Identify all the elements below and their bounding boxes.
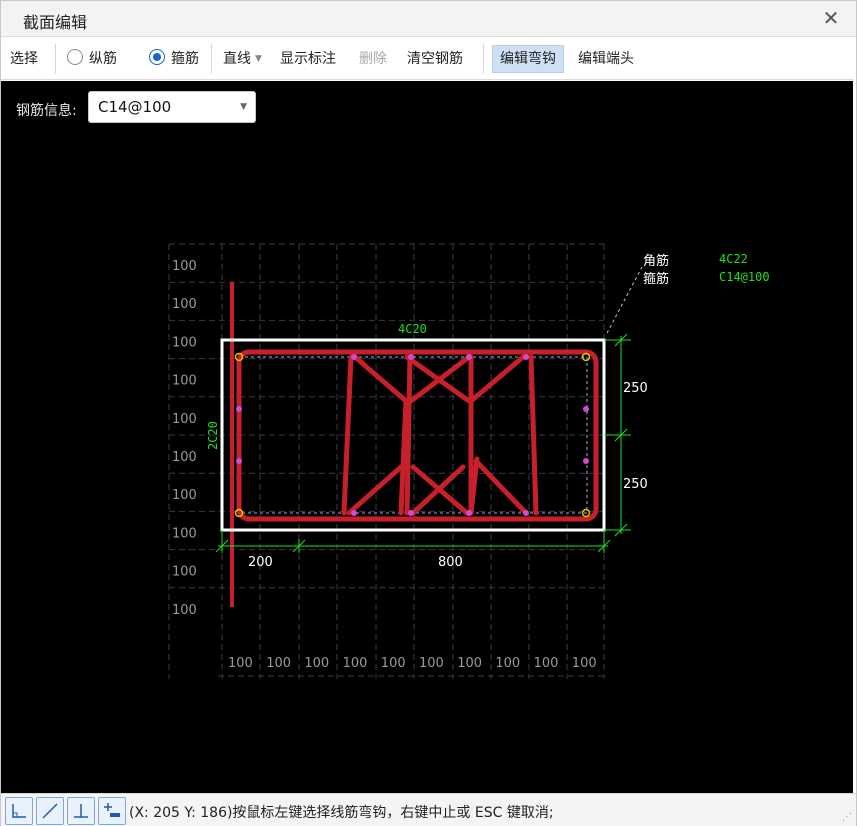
resize-grip-icon[interactable]: ⋰ [842,812,852,823]
grid-labels-bottom: 100 100 100 100 100 100 100 100 100 100 [228,656,597,671]
grid-label: 100 [381,656,406,671]
rebar-info-value: C14@100 [98,98,172,116]
grid-label: 100 [172,335,197,350]
dim-left: 200 [248,555,273,570]
diagonal-icon[interactable] [36,797,64,825]
dim-width: 800 [438,555,463,570]
top-rebar-label[interactable]: 4C20 [398,322,427,336]
tie-line [473,458,529,516]
section-editor-window: 截面编辑 ✕ 选择 纵筋 箍筋 直线 ▼ 显示标注 删除 清空钢筋 编辑弯钩 编辑… [0,0,857,826]
grid-label: 100 [172,450,197,465]
grid-label: 100 [172,526,197,541]
tie-line [404,354,413,516]
legend-stirrup-value: C14@100 [719,270,770,284]
grid-label: 100 [172,412,197,427]
grid-label: 100 [266,656,291,671]
grid-label: 100 [172,565,197,580]
grid-label: 100 [172,488,197,503]
grid-label: 100 [172,297,197,312]
grid-label: 100 [457,656,482,671]
grid-label: 100 [172,259,197,274]
legend-corner-value: 4C22 [719,252,748,266]
add-point-icon[interactable] [98,797,126,825]
grid-label: 100 [419,656,444,671]
grid [168,243,608,679]
legend-corner-name: 角筋 [643,253,669,269]
grid-label: 100 [172,374,197,389]
grid-label: 100 [534,656,559,671]
grid-label: 100 [572,656,597,671]
tie-line [468,354,526,404]
grid-label: 100 [172,603,197,618]
chevron-down-icon: ▼ [240,102,247,112]
orthogonal-icon[interactable] [5,797,33,825]
dim-height-2: 250 [623,477,648,492]
perpendicular-icon[interactable] [67,797,95,825]
legend-stirrup-name: 箍筋 [643,271,669,287]
tie-line [346,464,404,516]
status-message: (X: 205 Y: 186)按鼠标左键选择线筋弯钩，右键中止或 ESC 键取消… [129,805,554,821]
tie-line [528,354,539,516]
rebar-info-label: 钢筋信息: [16,103,77,119]
leader-line [606,266,643,334]
side-rebar-label[interactable]: 2C20 [206,421,220,450]
dim-height-1: 250 [623,381,648,396]
grid-labels-left: 100 100 100 100 100 100 100 100 100 100 [172,259,197,618]
tie-line [341,354,354,516]
grid-label: 100 [228,656,253,671]
grid-label: 100 [304,656,329,671]
grid-label: 100 [343,656,368,671]
grid-label: 100 [495,656,520,671]
rebar-info-select[interactable]: C14@100 ▼ [88,91,256,123]
status-bar: (X: 205 Y: 186)按鼠标左键选择线筋弯钩，右键中止或 ESC 键取消… [1,793,856,826]
